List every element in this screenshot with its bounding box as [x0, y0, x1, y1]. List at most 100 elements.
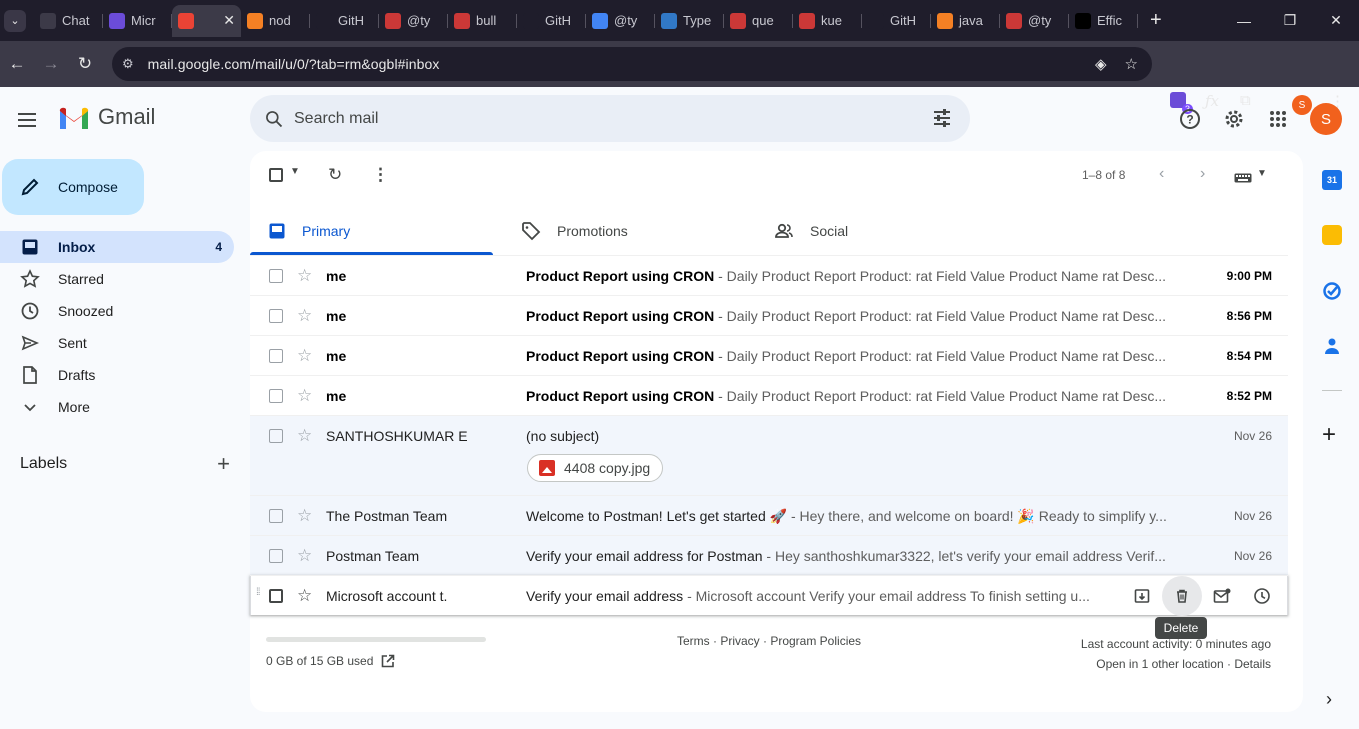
show-side-panel-icon[interactable]: › — [1326, 689, 1332, 710]
row-checkbox[interactable] — [269, 509, 283, 523]
browser-tab[interactable]: kue — [793, 5, 862, 37]
settings-gear-icon[interactable] — [1222, 107, 1246, 131]
row-checkbox[interactable] — [269, 549, 283, 563]
browser-tab[interactable]: Type — [655, 5, 724, 37]
email-row[interactable]: ☆ The Postman Team Welcome to Postman! Let… — [250, 495, 1288, 535]
select-dropdown-icon[interactable]: ▼ — [290, 166, 300, 177]
sidebar-item-drafts[interactable]: Drafts — [0, 359, 234, 391]
star-icon[interactable]: ☆ — [297, 506, 312, 526]
extension-icon[interactable]: 3 — [1170, 92, 1193, 114]
browser-tab[interactable]: Chat — [34, 5, 103, 37]
browser-tab[interactable]: GitH — [517, 5, 586, 37]
close-window-button[interactable]: ✕ — [1313, 0, 1359, 41]
star-icon[interactable]: ☆ — [297, 586, 312, 606]
browser-tab[interactable]: GitH — [862, 5, 931, 37]
tab-primary[interactable]: Primary — [250, 207, 493, 255]
row-checkbox[interactable] — [269, 269, 283, 283]
browser-tab[interactable]: Micr — [103, 5, 172, 37]
minimize-button[interactable]: — — [1221, 0, 1267, 41]
older-page-icon[interactable]: › — [1200, 165, 1205, 183]
archive-icon[interactable] — [1122, 576, 1162, 616]
footer-links[interactable]: Terms · Privacy · Program Policies — [677, 634, 861, 648]
star-icon[interactable]: ☆ — [297, 386, 312, 406]
email-row[interactable]: ☆ me Product Report using CRON - Daily Pro… — [250, 255, 1288, 295]
tasks-icon[interactable] — [1322, 281, 1342, 301]
get-addons-button[interactable]: + — [1322, 421, 1336, 449]
site-info-icon[interactable]: ⚙ — [122, 56, 134, 72]
browser-tab[interactable]: que — [724, 5, 793, 37]
browser-profile-avatar[interactable]: S — [1292, 95, 1312, 115]
browser-tab[interactable]: @ty — [586, 5, 655, 37]
help-icon[interactable]: ? — [1178, 107, 1202, 131]
google-lens-icon[interactable]: ◈ — [1095, 55, 1107, 73]
browser-tab[interactable]: bull — [448, 5, 517, 37]
create-label-button[interactable]: + — [217, 451, 230, 477]
row-checkbox[interactable] — [269, 309, 283, 323]
star-icon[interactable]: ☆ — [297, 306, 312, 326]
browser-tab[interactable]: nod — [241, 5, 310, 37]
email-row[interactable]: ⁞⁞ ☆ Microsoft account t. Verify your email… — [250, 575, 1288, 616]
gmail-logo[interactable]: Gmail — [58, 104, 155, 130]
snooze-icon[interactable] — [1242, 576, 1282, 616]
browser-tab[interactable]: ✕ — [172, 4, 241, 37]
star-icon[interactable]: ☆ — [297, 426, 312, 446]
calendar-icon[interactable]: 31 — [1322, 170, 1342, 190]
reload-button[interactable]: ↻ — [68, 54, 102, 74]
sidebar-item-snoozed[interactable]: Snoozed — [0, 295, 234, 327]
refresh-icon[interactable]: ↻ — [328, 165, 342, 185]
row-checkbox[interactable] — [269, 589, 283, 603]
main-menu-icon[interactable] — [18, 108, 42, 132]
tab-social[interactable]: Social — [756, 207, 999, 255]
select-all-checkbox[interactable] — [269, 168, 283, 185]
more-options-icon[interactable]: ⋮ — [372, 165, 389, 185]
email-row[interactable]: ☆ me Product Report using CRON - Daily Pro… — [250, 335, 1288, 375]
email-row[interactable]: ☆ Postman Team Verify your email address f… — [250, 535, 1288, 575]
google-apps-icon[interactable] — [1266, 107, 1290, 131]
mark-unread-icon[interactable] — [1202, 576, 1242, 616]
sidebar-item-starred[interactable]: Starred — [0, 263, 234, 295]
other-location-link[interactable]: Open in 1 other location · Details — [1081, 654, 1271, 674]
browser-tab[interactable]: @ty — [1000, 5, 1069, 37]
browser-tab[interactable]: java — [931, 5, 1000, 37]
input-tools-dropdown-icon[interactable]: ▼ — [1257, 168, 1267, 179]
formula-extension-icon[interactable]: ƒx — [1205, 92, 1219, 110]
new-tab-button[interactable]: + — [1150, 9, 1162, 32]
bookmark-star-icon[interactable]: ☆ — [1125, 55, 1138, 73]
row-checkbox[interactable] — [269, 429, 283, 443]
row-checkbox[interactable] — [269, 389, 283, 403]
compose-button[interactable]: Compose — [2, 159, 144, 215]
back-button[interactable]: ← — [0, 54, 34, 74]
address-bar[interactable]: ⚙ mail.google.com/mail/u/0/?tab=rm&ogbl#… — [112, 47, 1152, 81]
tab-promotions[interactable]: Promotions — [503, 207, 746, 255]
email-date: 8:52 PM — [1226, 389, 1272, 403]
keyboard-input-icon[interactable] — [1234, 170, 1252, 186]
attachment-chip[interactable]: 4408 copy.jpg — [527, 454, 664, 482]
browser-tab[interactable]: Effic — [1069, 5, 1138, 37]
close-tab-icon[interactable]: ✕ — [223, 12, 235, 29]
contacts-icon[interactable] — [1322, 336, 1342, 356]
open-external-icon[interactable] — [381, 654, 395, 668]
sidebar-item-sent[interactable]: Sent — [0, 327, 234, 359]
browser-tab[interactable]: GitH — [310, 5, 379, 37]
row-checkbox[interactable] — [269, 349, 283, 363]
account-avatar[interactable]: S — [1310, 103, 1342, 135]
tab-search-button[interactable]: ⌄ — [4, 9, 26, 32]
search-icon[interactable] — [264, 109, 284, 129]
sidebar-item-more[interactable]: More — [0, 391, 234, 423]
star-icon[interactable]: ☆ — [297, 266, 312, 286]
delete-icon[interactable] — [1162, 576, 1202, 616]
star-icon[interactable]: ☆ — [297, 546, 312, 566]
restore-button[interactable]: ❐ — [1267, 0, 1313, 41]
browser-tab[interactable]: @ty — [379, 5, 448, 37]
search-options-icon[interactable] — [932, 108, 952, 128]
email-row[interactable]: ☆ me Product Report using CRON - Daily Pro… — [250, 295, 1288, 335]
search-input[interactable] — [294, 109, 894, 128]
forward-button[interactable]: → — [34, 54, 68, 74]
email-row[interactable]: ☆ SANTHOSHKUMAR E (no subject) Nov 26 4408 c… — [250, 415, 1288, 495]
keep-icon[interactable] — [1322, 225, 1342, 245]
drag-handle-icon[interactable]: ⁞⁞ — [256, 588, 260, 598]
sidebar-item-inbox[interactable]: Inbox 4 — [0, 231, 234, 263]
newer-page-icon[interactable]: ‹ — [1159, 165, 1164, 183]
email-row[interactable]: ☆ me Product Report using CRON - Daily Pro… — [250, 375, 1288, 415]
star-icon[interactable]: ☆ — [297, 346, 312, 366]
